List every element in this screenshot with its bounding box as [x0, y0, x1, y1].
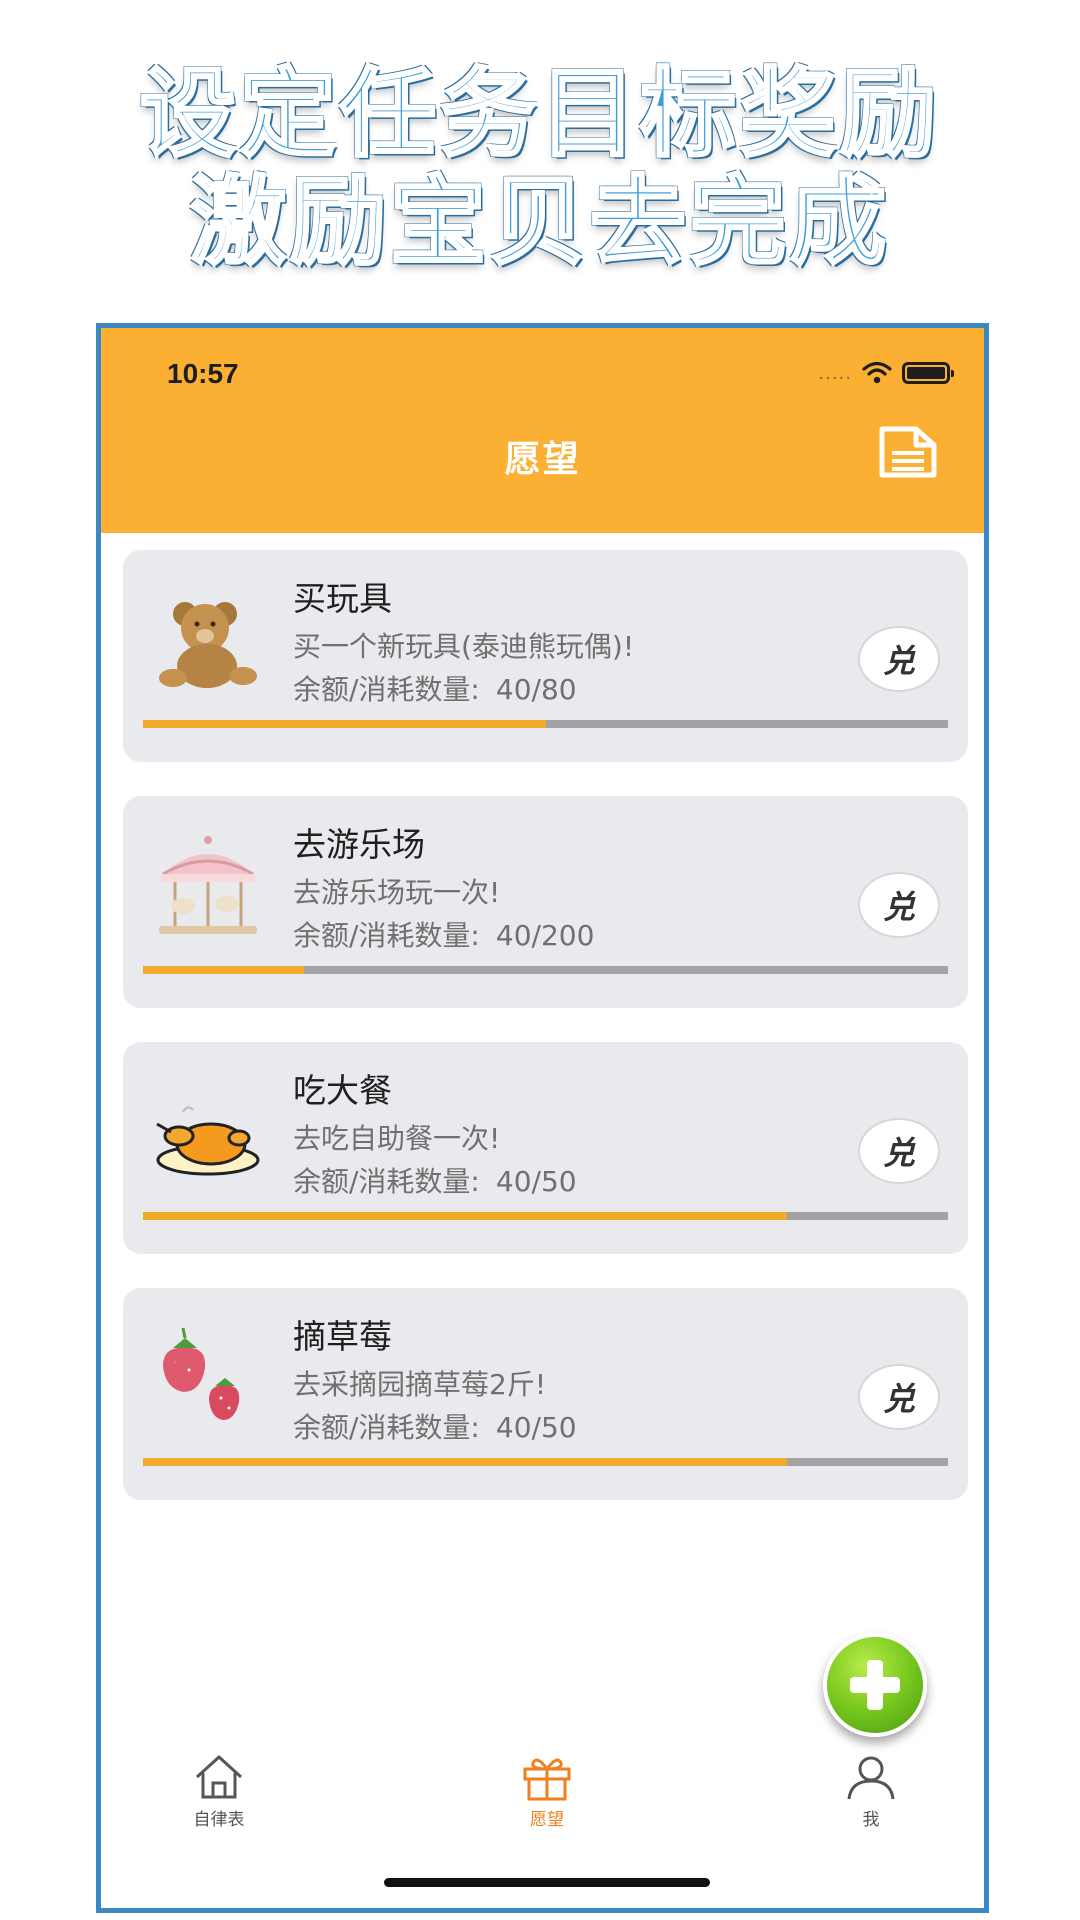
wish-title: 吃大餐 — [293, 1071, 392, 1110]
promo-line-1: 设定任务目标奖励 — [139, 58, 940, 170]
tab-bar: 自律表 愿望 我 — [101, 1753, 984, 1873]
redeem-button[interactable]: 兑 — [858, 1364, 940, 1430]
wish-card-amusement-park[interactable]: 去游乐场 去游乐场玩一次! 余额/消耗数量: 40/200 兑 — [123, 796, 968, 1008]
person-icon — [847, 1756, 895, 1800]
redeem-button[interactable]: 兑 — [858, 872, 940, 938]
add-wish-button[interactable] — [823, 1633, 927, 1737]
progress-fill — [143, 1212, 787, 1220]
document-icon[interactable] — [876, 423, 940, 481]
promo-line-2: 激励宝贝去完成 — [189, 166, 890, 278]
tab-label: 愿望 — [530, 1810, 564, 1830]
tab-wish[interactable]: 愿望 — [467, 1753, 627, 1830]
balance-label: 余额/消耗数量: — [293, 1165, 480, 1198]
balance-label: 余额/消耗数量: — [293, 673, 480, 706]
wish-balance: 余额/消耗数量: 40/50 — [293, 1406, 577, 1446]
wish-description: 买一个新玩具(泰迪熊玩偶)! — [293, 630, 635, 663]
wish-card-toy[interactable]: 买玩具 买一个新玩具(泰迪熊玩偶)! 余额/消耗数量: 40/80 兑 — [123, 550, 968, 762]
carousel-icon — [159, 836, 257, 934]
tab-label: 自律表 — [193, 1810, 245, 1830]
redeem-button[interactable]: 兑 — [858, 626, 940, 692]
wish-balance: 余额/消耗数量: 40/50 — [293, 1160, 577, 1200]
balance-value: 40/50 — [495, 1165, 577, 1198]
balance-label: 余额/消耗数量: — [293, 1411, 480, 1444]
wish-title: 买玩具 — [293, 579, 392, 618]
progress-bar — [143, 720, 948, 728]
wish-description: 去吃自助餐一次! — [293, 1122, 501, 1155]
phone-screen: 10:57 ..... 愿望 买玩具 买一个新玩具(泰迪熊玩偶)! 余额/消耗数… — [96, 323, 989, 1913]
wish-card-feast[interactable]: 吃大餐 去吃自助餐一次! 余额/消耗数量: 40/50 兑 — [123, 1042, 968, 1254]
page-title: 愿望 — [504, 439, 581, 480]
wish-description: 去游乐场玩一次! — [293, 876, 501, 909]
balance-value: 40/200 — [495, 919, 595, 952]
balance-value: 40/80 — [495, 673, 577, 706]
tab-label: 我 — [862, 1810, 880, 1830]
signal-icon: ..... — [818, 362, 852, 384]
strawberry-icon — [163, 1327, 240, 1420]
progress-bar — [143, 966, 948, 974]
navigation-header: 10:57 ..... 愿望 — [101, 328, 984, 533]
tab-me[interactable]: 我 — [791, 1753, 951, 1830]
home-icon — [195, 1755, 243, 1799]
progress-fill — [143, 966, 304, 974]
wish-title: 去游乐场 — [293, 825, 425, 864]
wish-balance: 余额/消耗数量: 40/200 — [293, 914, 594, 954]
home-indicator — [384, 1878, 710, 1887]
progress-bar — [143, 1458, 948, 1466]
status-time: 10:57 — [167, 358, 239, 389]
status-indicators: ..... — [818, 358, 954, 388]
plus-icon — [846, 1656, 904, 1714]
promo-headline: 设定任务目标奖励 激励宝贝去完成 — [0, 58, 1080, 278]
tab-self-discipline[interactable]: 自律表 — [139, 1753, 299, 1830]
wish-title: 摘草莓 — [293, 1317, 392, 1356]
teddy-bear-icon — [159, 602, 257, 688]
wifi-icon — [862, 361, 892, 384]
wish-description: 去采摘园摘草莓2斤! — [293, 1368, 547, 1401]
progress-bar — [143, 1212, 948, 1220]
wish-card-strawberry[interactable]: 摘草莓 去采摘园摘草莓2斤! 余额/消耗数量: 40/50 兑 — [123, 1288, 968, 1500]
redeem-button[interactable]: 兑 — [858, 1118, 940, 1184]
progress-fill — [143, 1458, 787, 1466]
balance-label: 余额/消耗数量: — [293, 919, 480, 952]
balance-value: 40/50 — [495, 1411, 577, 1444]
wish-list: 买玩具 买一个新玩具(泰迪熊玩偶)! 余额/消耗数量: 40/80 兑 去游乐场… — [123, 550, 968, 1534]
roast-chicken-icon — [156, 1106, 260, 1176]
gift-icon — [523, 1758, 571, 1801]
wish-balance: 余额/消耗数量: 40/80 — [293, 668, 577, 708]
progress-fill — [143, 720, 546, 728]
battery-icon — [902, 362, 954, 384]
